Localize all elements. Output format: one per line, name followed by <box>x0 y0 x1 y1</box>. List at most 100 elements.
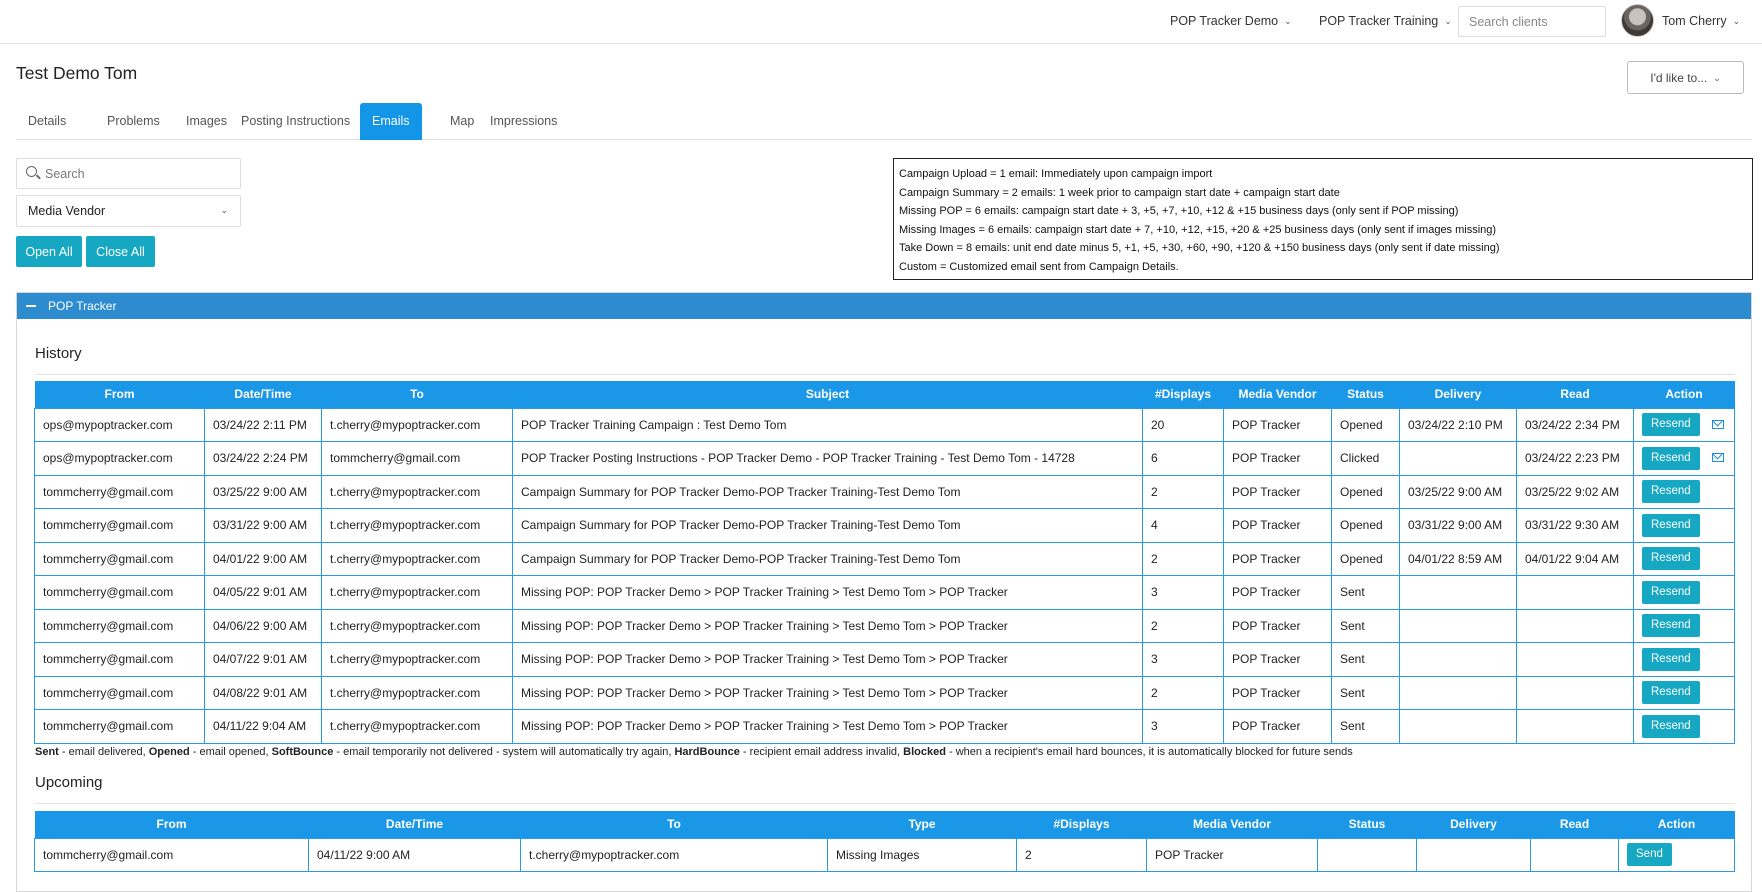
table-cell-datetime: 03/24/22 2:11 PM <box>204 407 322 442</box>
upcoming-title: Upcoming <box>35 774 103 791</box>
table-cell-to: t.cherry@mypoptracker.com <box>321 675 513 710</box>
resend-button[interactable]: Resend <box>1642 681 1700 705</box>
account-dropdown-label: POP Tracker Demo <box>1170 14 1279 28</box>
resend-button[interactable]: Resend <box>1642 413 1700 437</box>
table-row: tommcherry@gmail.com 04/11/22 9:00 AM t.ch… <box>34 837 1735 872</box>
column-header[interactable]: Delivery <box>1416 811 1531 838</box>
table-cell-delivery: 03/31/22 9:00 AM <box>1399 508 1517 543</box>
open-all-button[interactable]: Open All <box>16 236 82 267</box>
table-cell-delivery: 04/01/22 8:59 AM <box>1399 541 1517 576</box>
table-cell-delivery <box>1399 608 1517 643</box>
table-cell-delivery <box>1399 675 1517 710</box>
send-button[interactable]: Send <box>1627 843 1672 867</box>
avatar[interactable] <box>1621 4 1654 37</box>
action-menu-button[interactable]: I'd like to... ⌄ <box>1627 61 1744 94</box>
column-header[interactable]: #Displays <box>1142 381 1224 408</box>
resend-button[interactable]: Resend <box>1642 446 1700 470</box>
table-cell-subject: Missing POP: POP Tracker Demo > POP Trac… <box>512 575 1143 610</box>
resend-button[interactable]: Resend <box>1642 580 1700 604</box>
table-cell-subject: Campaign Summary for POP Tracker Demo-PO… <box>512 474 1143 509</box>
account-dropdown[interactable]: POP Tracker Demo ⌄ <box>1170 14 1292 28</box>
tab-details[interactable]: Details <box>16 103 78 140</box>
resend-button[interactable]: Resend <box>1642 647 1700 671</box>
column-header[interactable]: Status <box>1317 811 1417 838</box>
resend-button[interactable]: Resend <box>1642 547 1700 571</box>
table-cell-delivery <box>1399 642 1517 677</box>
resend-button[interactable]: Resend <box>1642 480 1700 504</box>
table-cell-subject: Campaign Summary for POP Tracker Demo-PO… <box>512 508 1143 543</box>
column-header[interactable]: Date/Time <box>204 381 322 408</box>
column-header[interactable]: From <box>34 381 205 408</box>
panel-header[interactable]: POP Tracker <box>17 293 1751 319</box>
table-cell-delivery <box>1399 575 1517 610</box>
table-cell-displays: 6 <box>1142 441 1224 476</box>
column-header[interactable]: Type <box>827 811 1017 838</box>
media-vendor-select[interactable]: Media Vendor ⌄ <box>16 195 241 227</box>
table-cell-displays: 20 <box>1142 407 1224 442</box>
resend-button[interactable]: Resend <box>1642 714 1700 738</box>
table-cell-datetime: 04/07/22 9:01 AM <box>204 642 322 677</box>
resend-button[interactable]: Resend <box>1642 614 1700 638</box>
table-cell-datetime: 03/25/22 9:00 AM <box>204 474 322 509</box>
table-cell-action: Resend <box>1633 675 1735 710</box>
column-header[interactable]: #Displays <box>1016 811 1147 838</box>
tab-impressions[interactable]: Impressions <box>478 103 569 140</box>
tab-posting-instructions[interactable]: Posting Instructions <box>229 103 362 140</box>
divider <box>35 803 1735 804</box>
campaign-dropdown[interactable]: POP Tracker Training ⌄ <box>1319 14 1452 28</box>
search-input[interactable] <box>43 159 233 188</box>
column-header[interactable]: Read <box>1530 811 1619 838</box>
collapse-icon[interactable] <box>26 304 36 307</box>
table-cell-status: Sent <box>1331 675 1400 710</box>
table-cell-read <box>1516 608 1634 643</box>
column-header[interactable]: Subject <box>512 381 1143 408</box>
page-title: Test Demo Tom <box>16 63 138 83</box>
user-menu[interactable]: Tom Cherry ⌄ <box>1662 14 1740 28</box>
resend-button[interactable]: Resend <box>1642 513 1700 537</box>
chevron-down-icon: ⌄ <box>1444 16 1452 26</box>
column-header[interactable]: Delivery <box>1399 381 1517 408</box>
envelope-icon[interactable] <box>1711 419 1724 429</box>
column-header[interactable]: Action <box>1618 811 1735 838</box>
table-cell-to: t.cherry@mypoptracker.com <box>321 407 513 442</box>
column-header[interactable]: To <box>520 811 828 838</box>
close-all-button[interactable]: Close All <box>86 236 155 267</box>
column-header[interactable]: Date/Time <box>308 811 521 838</box>
table-cell-delivery <box>1399 441 1517 476</box>
table-cell-displays: 3 <box>1142 709 1224 744</box>
column-header[interactable]: Media Vendor <box>1223 381 1332 408</box>
column-header[interactable]: Status <box>1331 381 1400 408</box>
table-cell-vendor: POP Tracker <box>1223 709 1332 744</box>
table-cell-read: 03/31/22 9:30 AM <box>1516 508 1634 543</box>
column-header[interactable]: Read <box>1516 381 1634 408</box>
table-cell-to: t.cherry@mypoptracker.com <box>321 642 513 677</box>
envelope-icon[interactable] <box>1711 453 1724 463</box>
table-cell-read: 03/25/22 9:02 AM <box>1516 474 1634 509</box>
table-cell-vendor: POP Tracker <box>1223 608 1332 643</box>
table-row: tommcherry@gmail.com 03/31/22 9:00 AM t.ch… <box>34 508 1735 543</box>
table-cell-datetime: 04/05/22 9:01 AM <box>204 575 322 610</box>
history-table: From Date/Time To Subject #Displays Media Ven… <box>34 381 1735 744</box>
legend-line: Campaign Summary = 2 emails: 1 week prio… <box>899 186 1340 199</box>
column-header[interactable]: Action <box>1633 381 1735 408</box>
column-header[interactable]: From <box>34 811 309 838</box>
table-cell-displays: 2 <box>1142 541 1224 576</box>
table-cell-to: t.cherry@mypoptracker.com <box>321 709 513 744</box>
column-header[interactable]: To <box>321 381 513 408</box>
table-cell-to: t.cherry@mypoptracker.com <box>321 575 513 610</box>
status-legend: Sent - email delivered, Opened - email o… <box>35 746 1353 758</box>
table-cell-from: ops@mypoptracker.com <box>34 407 205 442</box>
column-header[interactable]: Media Vendor <box>1146 811 1318 838</box>
table-cell-delivery: 03/25/22 9:00 AM <box>1399 474 1517 509</box>
email-schedule-legend: Campaign Upload = 1 email: Immediately u… <box>893 158 1753 280</box>
chevron-down-icon: ⌄ <box>1284 16 1292 26</box>
tab-problems[interactable]: Problems <box>95 103 172 140</box>
email-search <box>16 158 241 189</box>
search-clients-input[interactable] <box>1458 6 1606 37</box>
table-cell-displays: 2 <box>1142 608 1224 643</box>
table-cell-status: Sent <box>1331 642 1400 677</box>
media-vendor-value: Media Vendor <box>28 204 106 218</box>
legend-line: Missing Images = 6 emails: campaign star… <box>899 223 1497 236</box>
tab-emails[interactable]: Emails <box>360 103 422 140</box>
table-cell-displays: 2 <box>1016 837 1147 872</box>
